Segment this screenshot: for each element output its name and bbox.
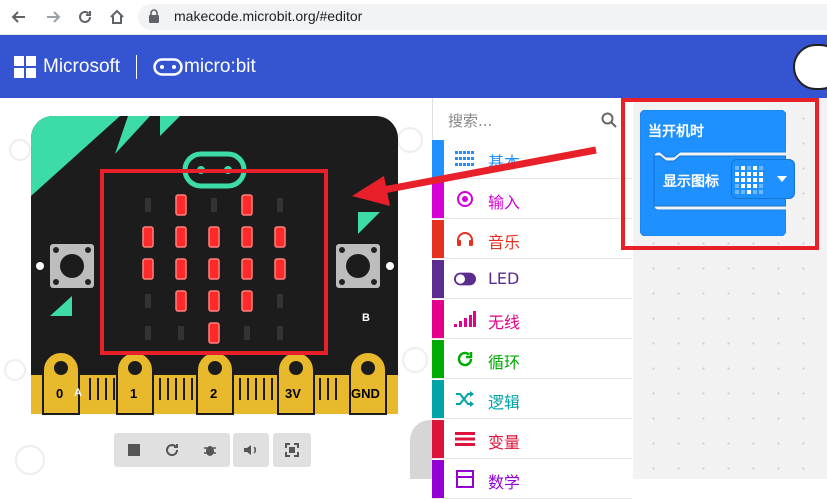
led-off [178,326,184,340]
button-b[interactable] [336,244,380,288]
led-on [175,194,187,216]
app-header [0,35,827,98]
category-label: 无线 [488,313,521,332]
category-label: 基本 [488,153,521,172]
category-label: 输入 [488,193,521,212]
category-logic[interactable]: 逻辑 [432,380,632,419]
led-off [145,294,151,308]
brand-label[interactable]: Microsoft [43,56,120,78]
category-basic[interactable]: 基本 [432,140,632,179]
led-on [142,258,154,280]
category-variables[interactable]: 变量 [432,420,632,459]
button-a-label: A [74,387,82,399]
pin-0-label: 0 [56,386,64,401]
arrow-right-icon[interactable] [42,6,64,28]
reload-icon[interactable] [74,6,96,28]
category-label: 数学 [488,473,521,492]
microbit-board [4,116,428,475]
category-label: 逻辑 [488,393,521,412]
category-input[interactable]: 输入 [432,180,632,219]
pin-gnd-label: GND [351,386,380,401]
grid-icon [454,149,476,169]
led-on [208,258,220,280]
led-on [241,226,253,248]
led-on [241,258,253,280]
lock-icon[interactable] [148,9,160,28]
category-led[interactable]: LED [432,260,632,299]
fullscreen-icon[interactable] [273,433,311,467]
led-on [274,258,286,280]
category-label: 音乐 [488,233,521,252]
shuffle-icon [454,389,476,409]
led-on [175,226,187,248]
pin-1-label: 1 [130,386,138,401]
headphones-icon [454,229,476,249]
signal-icon [454,309,476,329]
led-off [277,294,283,308]
led-on [142,226,154,248]
category-label: 变量 [488,433,521,452]
url-text[interactable]: makecode.microbit.org/#editor [174,8,362,24]
led-on [241,194,253,216]
led-off [211,198,217,212]
search-icon[interactable] [601,112,617,132]
annotation-highlight-box [621,98,819,250]
header-divider [136,55,137,79]
microbit-logo-icon [153,58,183,80]
led-off [145,198,151,212]
led-off [145,326,151,340]
toggle-icon [454,269,476,289]
debug-icon[interactable] [194,433,226,467]
loop-icon [454,349,476,369]
category-music[interactable]: 音乐 [432,220,632,259]
lines-icon [454,429,476,449]
sound-icon[interactable] [233,433,269,467]
led-on [208,322,220,344]
calculator-icon [454,469,476,489]
led-on [175,258,187,280]
stop-icon[interactable] [118,433,150,467]
restart-icon[interactable] [156,433,188,467]
led-on [175,290,187,312]
pin-3v-label: 3V [285,386,301,401]
led-off [277,326,283,340]
category-math[interactable]: 数学 [432,460,632,499]
category-radio[interactable]: 无线 [432,300,632,339]
button-a[interactable] [50,244,94,288]
arrow-left-icon[interactable] [8,6,30,28]
led-on [208,226,220,248]
category-loops[interactable]: 循环 [432,340,632,379]
simulator-panel: A B 0 1 2 3V GND [0,98,432,479]
led-off [244,326,250,340]
led-on [241,290,253,312]
circle-target-icon [454,189,476,209]
product-label[interactable]: micro:bit [184,56,256,78]
pin-2-label: 2 [210,386,218,401]
search-placeholder: 搜索... [448,112,493,130]
home-icon[interactable] [106,6,128,28]
category-label: 循环 [488,353,521,372]
button-b-label: B [362,312,370,324]
led-on [208,290,220,312]
microsoft-logo-icon [14,56,36,82]
panel-edge [410,420,432,479]
led-off [277,198,283,212]
led-on [274,226,286,248]
category-label: LED [488,269,520,288]
